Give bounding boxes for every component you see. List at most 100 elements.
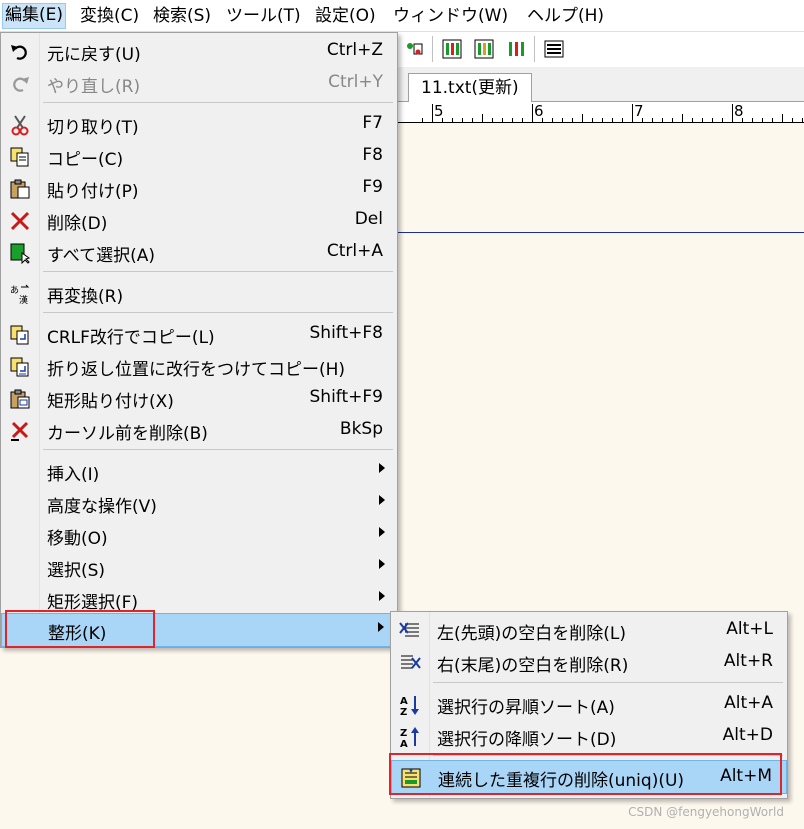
menu-item-label: 左(先頭)の空白を削除(L): [437, 624, 627, 644]
ruler-tick: [522, 118, 523, 122]
svg-text:A: A: [400, 739, 408, 748]
menu-item-shortcut: Del: [354, 209, 383, 229]
copy-icon: [10, 147, 29, 167]
ruler-tick: [592, 118, 593, 122]
annotation-box-uniq: [389, 753, 782, 795]
ruler-tick: [742, 118, 743, 122]
menu-item-trim-right[interactable]: 右(末尾)の空白を削除(R) Alt+R: [391, 646, 787, 678]
ruler-tick: [442, 118, 443, 122]
ruler-tick: [432, 104, 433, 122]
sort-asc-icon: AZ: [400, 696, 419, 716]
ruler-tick: [632, 104, 633, 122]
ruler-tick: [682, 114, 683, 122]
svg-text:A: A: [400, 696, 408, 707]
jump-icon[interactable]: [404, 38, 424, 60]
ruler-tick: [602, 118, 603, 122]
ruler-tick: [752, 118, 753, 122]
menu-item-label: CRLF改行でコピー(L): [47, 328, 215, 348]
menu-item-label: 右(末尾)の空白を削除(R): [437, 656, 629, 676]
menu-item-reconvert[interactable]: あ漢 再変換(R): [1, 277, 397, 309]
backspace-icon: [11, 421, 29, 441]
ruler-tick: [612, 118, 613, 122]
svg-text:Z: Z: [400, 707, 407, 716]
filter-icon-1[interactable]: [442, 38, 462, 60]
paste-icon: [10, 179, 30, 199]
ruler-tick: [662, 118, 663, 122]
menu-item-sort-asc[interactable]: AZ 選択行の昇順ソート(A) Alt+A: [391, 688, 787, 720]
redo-icon: [13, 77, 29, 92]
menu-item-paste[interactable]: 貼り付け(P) F9: [1, 172, 397, 204]
separator: [433, 682, 783, 683]
ruler-tick: [532, 104, 533, 122]
menu-item-shortcut: Alt+D: [722, 725, 773, 745]
ruler-tick: [772, 118, 773, 122]
filter-icon-3[interactable]: [506, 38, 526, 60]
cursor-line: [396, 232, 804, 233]
ruler-tick: [582, 114, 583, 122]
submenu-arrow-icon: [378, 622, 384, 632]
menu-convert[interactable]: 変換(C): [80, 5, 139, 27]
undo-icon: [11, 45, 27, 60]
menu-item-label: やり直し(R): [47, 77, 141, 97]
menu-item-copy[interactable]: コピー(C) F8: [1, 140, 397, 172]
trim-right-icon: [401, 655, 421, 669]
menu-item-undo[interactable]: 元に戻す(U) Ctrl+Z: [1, 35, 397, 67]
menu-settings[interactable]: 設定(O): [315, 5, 376, 27]
menu-item-delete[interactable]: 削除(D) Del: [1, 204, 397, 236]
menu-item-shortcut: Shift+F9: [309, 387, 383, 407]
ruler-tick: [782, 114, 783, 122]
reconvert-icon: あ漢: [10, 284, 30, 305]
menu-item-paste-box[interactable]: 矩形貼り付け(X) Shift+F9: [1, 382, 397, 414]
ruler-tick: [652, 118, 653, 122]
menu-item-shortcut: BkSp: [339, 419, 383, 439]
submenu-arrow-icon: [379, 527, 385, 537]
ruler-tick: [792, 118, 793, 122]
menu-item-backspace[interactable]: カーソル前を削除(B) BkSp: [1, 414, 397, 446]
menu-item-cut[interactable]: 切り取り(T) F7: [1, 108, 397, 140]
menu-item-redo[interactable]: やり直し(R) Ctrl+Y: [1, 67, 397, 99]
menu-help[interactable]: ヘルプ(H): [527, 5, 604, 27]
window-list-icon[interactable]: [544, 38, 564, 60]
menu-item-copy-crlf[interactable]: CRLF改行でコピー(L) Shift+F8: [1, 318, 397, 350]
ruler-tick: [482, 114, 483, 122]
filter-icon-2[interactable]: [474, 38, 494, 60]
ruler: 5 6 7 8: [396, 102, 804, 123]
menu-item-advanced[interactable]: 高度な操作(V): [1, 487, 397, 519]
scissors-icon: [11, 115, 29, 136]
separator: [43, 449, 393, 450]
menu-item-trim-left[interactable]: 左(先頭)の空白を削除(L) Alt+L: [391, 614, 787, 646]
menu-item-shortcut: Ctrl+A: [326, 241, 383, 261]
menu-search[interactable]: 検索(S): [153, 5, 211, 27]
menu-item-insert[interactable]: 挿入(I): [1, 455, 397, 487]
menu-item-move[interactable]: 移動(O): [1, 519, 397, 551]
menu-item-label: 選択行の昇順ソート(A): [437, 698, 615, 718]
annotation-box-format: [5, 610, 155, 648]
menu-item-shortcut: Shift+F8: [309, 323, 383, 343]
paste-box-icon: [10, 389, 30, 409]
menu-item-sort-desc[interactable]: ZA 選択行の降順ソート(D) Alt+D: [391, 720, 787, 752]
edit-menu: 元に戻す(U) Ctrl+Z やり直し(R) Ctrl+Y 切り取り(T) F7…: [0, 32, 398, 648]
ruler-tick: [502, 118, 503, 122]
menu-item-copy-wrap[interactable]: 折り返し位置に改行をつけてコピー(H): [1, 350, 397, 382]
menu-window[interactable]: ウィンドウ(W): [393, 5, 508, 27]
menu-item-label: カーソル前を削除(B): [47, 424, 208, 444]
tab-file[interactable]: 11.txt(更新): [408, 73, 532, 102]
submenu-arrow-icon: [379, 591, 385, 601]
ruler-tick: [462, 118, 463, 122]
ruler-tick: [762, 118, 763, 122]
menu-item-select[interactable]: 選択(S): [1, 551, 397, 583]
menu-edit[interactable]: 編集(E): [2, 3, 67, 29]
ruler-tick: [542, 118, 543, 122]
separator: [43, 312, 393, 313]
svg-text:あ: あ: [10, 285, 19, 296]
menu-tools[interactable]: ツール(T): [226, 5, 301, 27]
menu-item-shortcut: Alt+L: [726, 619, 773, 639]
menu-item-select-all[interactable]: すべて選択(A) Ctrl+A: [1, 236, 397, 268]
menu-item-label: 矩形貼り付け(X): [47, 392, 174, 412]
ruler-tick: [572, 118, 573, 122]
sort-desc-icon: ZA: [400, 727, 419, 748]
ruler-tick: [642, 118, 643, 122]
ruler-tick: [712, 118, 713, 122]
ruler-tick: [702, 118, 703, 122]
separator: [43, 271, 393, 272]
